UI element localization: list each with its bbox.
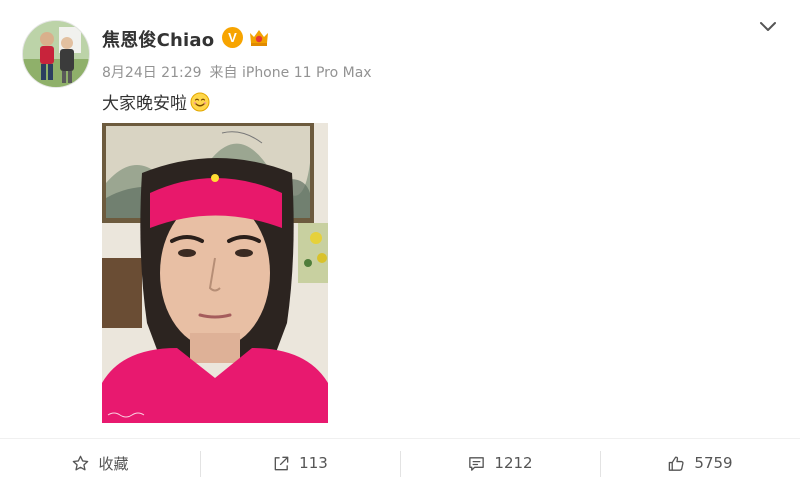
post-source: 来自 iPhone 11 Pro Max: [209, 65, 372, 81]
action-bar: 收藏 113 1212 5759: [0, 439, 800, 487]
crown-badge-icon[interactable]: [247, 27, 271, 49]
post-text-content: 大家晚安啦: [102, 94, 187, 114]
repost-button[interactable]: 113: [200, 439, 400, 487]
post-meta: 8月24日 21:29 来自 iPhone 11 Pro Max: [102, 62, 372, 82]
like-count: 5759: [694, 454, 733, 472]
avatar[interactable]: [22, 20, 90, 88]
post-date[interactable]: 8月24日 21:29: [102, 62, 202, 82]
comment-count: 1212: [494, 454, 533, 472]
comment-button[interactable]: 1212: [400, 439, 600, 487]
verified-badge-icon[interactable]: V: [222, 27, 243, 48]
smile-emoji-icon: [190, 92, 210, 111]
favorite-label: 收藏: [98, 454, 129, 473]
comment-icon: [469, 456, 485, 471]
repost-count: 113: [299, 454, 328, 472]
post-photo[interactable]: [102, 123, 328, 423]
star-icon: [73, 455, 89, 470]
chevron-down-icon[interactable]: [757, 18, 779, 36]
user-badges: V: [222, 27, 271, 49]
post-text: 大家晚安啦: [102, 89, 210, 114]
weibo-post-card: 焦恩俊Chiao V 8月24日 21:29 来自 iPhone 11 Pro …: [0, 0, 800, 487]
favorite-button[interactable]: 收藏: [0, 439, 200, 487]
like-button[interactable]: 5759: [600, 439, 800, 487]
username[interactable]: 焦恩俊Chiao: [102, 26, 214, 52]
share-arrow-icon: [274, 456, 289, 470]
thumbs-up-icon: [669, 456, 684, 471]
